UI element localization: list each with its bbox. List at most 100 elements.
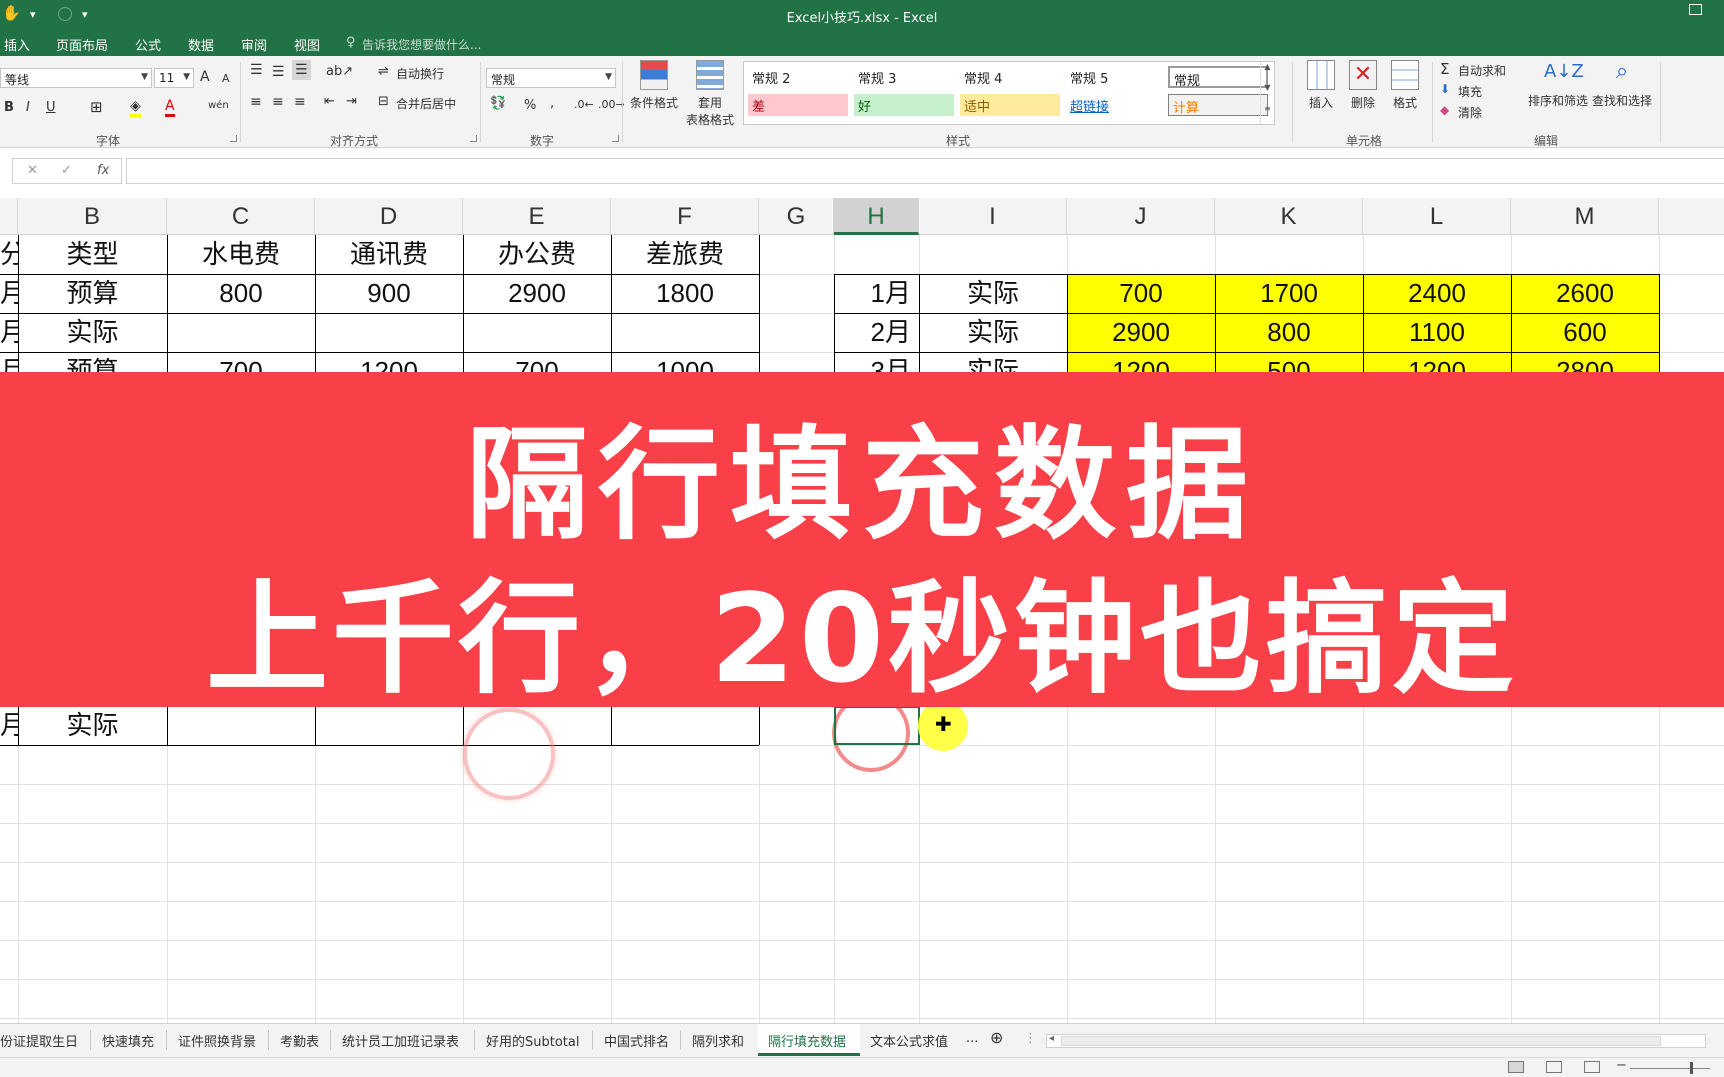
percent-button[interactable]: % [524,98,536,113]
column-header-g[interactable]: G [759,198,834,235]
cell-type[interactable]: 实际 [18,313,167,352]
borders-icon[interactable]: ⊞ [90,98,103,116]
sheet-tab-active[interactable]: 隔行填充数据 [768,1031,846,1050]
increase-decimal-icon[interactable]: .0← [574,98,594,111]
cell-value[interactable]: 1100 [1363,313,1511,352]
cell-month[interactable]: 2月 [834,313,919,352]
scroll-left-icon[interactable]: ◂ [1049,1033,1054,1044]
cell-header-type[interactable]: 类型 [18,235,167,274]
cell-value[interactable] [611,313,759,352]
shrink-font-button[interactable]: A [222,72,230,85]
increase-indent-icon[interactable]: ⇥ [346,94,357,109]
merge-center-button[interactable]: 合并后居中 [396,95,456,112]
column-header-j[interactable]: J [1067,198,1215,235]
column-header-c[interactable]: C [167,198,315,235]
tell-me-search[interactable]: 告诉我您想要做什么... [362,36,481,53]
cell-header-utilities[interactable]: 水电费 [167,235,315,274]
style-normal-3[interactable]: 常规 3 [854,66,954,88]
formula-input[interactable] [126,158,1724,184]
align-left-icon[interactable]: ≡ [250,94,262,110]
tab-view[interactable]: 视图 [294,35,320,54]
page-break-view-icon[interactable] [1584,1061,1600,1073]
sheet-tab[interactable]: 好用的Subtotal [486,1031,579,1050]
cell-value[interactable]: 2600 [1511,274,1659,313]
horizontal-scrollbar[interactable]: ◂ [1046,1033,1706,1048]
align-bottom-icon[interactable]: ☰ [292,60,311,80]
accounting-format-icon[interactable]: 💱 [490,96,506,111]
cancel-icon[interactable]: ✕ [27,163,38,178]
style-bad[interactable]: 差 [748,94,848,116]
cell-kind[interactable]: 实际 [919,274,1067,313]
cell-kind[interactable]: 实际 [919,313,1067,352]
format-cells-button[interactable]: 格式 [1376,60,1434,111]
tab-review[interactable]: 审阅 [241,35,267,54]
page-layout-view-icon[interactable] [1546,1061,1562,1073]
normal-view-icon[interactable] [1508,1061,1524,1073]
sheet-tab[interactable]: 文本公式求值 [870,1031,948,1050]
cell-value[interactable] [463,313,611,352]
cell-a-header-partial[interactable]: 分 [0,235,18,274]
gallery-more-icon[interactable]: ≡ [1260,104,1274,124]
fill-button[interactable]: 填充 [1458,83,1482,100]
comma-button[interactable]: , [550,96,554,111]
font-dialog-launcher-icon[interactable] [230,135,237,142]
split-handle-icon[interactable]: ⋮ [1024,1031,1037,1046]
enter-icon[interactable]: ✓ [61,163,72,178]
zoom-slider[interactable] [1630,1068,1710,1069]
align-center-icon[interactable]: ≡ [272,94,284,110]
wrap-text-button[interactable]: 自动换行 [396,65,444,82]
underline-button[interactable]: U [46,100,56,115]
tab-insert[interactable]: 插入 [4,35,30,54]
cell-value[interactable] [315,313,463,352]
phonetic-icon[interactable]: wén [208,100,229,111]
sort-filter-button[interactable]: A↓Z 排序和筛选 [1526,58,1590,109]
cell-value[interactable]: 2900 [1067,313,1215,352]
tab-page-layout[interactable]: 页面布局 [56,35,108,54]
insert-function-icon[interactable]: fx [97,163,109,178]
cell-header-travel[interactable]: 差旅费 [611,235,759,274]
find-select-button[interactable]: ⌕ 查找和选择 [1590,58,1654,109]
number-dialog-launcher-icon[interactable] [612,135,619,142]
conditional-format-button[interactable]: 条件格式 [624,60,684,111]
clear-button[interactable]: 清除 [1458,104,1482,121]
cell-value[interactable]: 700 [1067,274,1215,313]
gallery-scroll-down-icon[interactable]: ▼ [1260,83,1274,103]
tab-formulas[interactable]: 公式 [135,35,161,54]
cell-a-partial[interactable]: 月 [0,313,18,352]
style-normal[interactable]: 常规 [1168,66,1268,89]
column-header-d[interactable]: D [315,198,463,235]
style-neutral[interactable]: 适中 [960,94,1060,116]
cell-value[interactable]: 1800 [611,274,759,313]
add-sheet-icon[interactable]: ⊕ [990,1028,1003,1047]
cell-header-telecom[interactable]: 通讯费 [315,235,463,274]
grow-font-button[interactable]: A [200,69,210,85]
sheet-tab[interactable]: 证件照换背景 [178,1031,256,1050]
style-hyperlink[interactable]: 超链接 [1066,94,1166,116]
column-header-i[interactable]: I [919,198,1067,235]
autosum-button[interactable]: 自动求和 [1458,62,1506,79]
zoom-slider-thumb[interactable] [1690,1062,1693,1074]
cell-value[interactable]: 800 [1215,313,1363,352]
sheet-tab[interactable]: 考勤表 [280,1031,319,1050]
column-header-e[interactable]: E [463,198,611,235]
decrease-decimal-icon[interactable]: .00→ [598,98,625,111]
sheet-tab[interactable]: 份证提取生日 [0,1031,78,1050]
style-normal-5[interactable]: 常规 5 [1066,66,1166,88]
column-header-m[interactable]: M [1511,198,1659,235]
column-header-l[interactable]: L [1363,198,1511,235]
column-header-k[interactable]: K [1215,198,1363,235]
cell-value[interactable]: 600 [1511,313,1659,352]
cell-value[interactable]: 800 [167,274,315,313]
sheet-tab[interactable]: 中国式排名 [604,1031,669,1050]
font-size-select[interactable]: 11 ▼ [154,68,194,88]
align-top-icon[interactable]: ☰ [250,62,263,78]
style-good[interactable]: 好 [854,94,954,116]
align-middle-icon[interactable]: ☰ [272,64,285,80]
cell-month[interactable]: 1月 [834,274,919,313]
scrollbar-thumb[interactable] [1061,1036,1661,1046]
sheet-tab[interactable]: 统计员工加班记录表 [342,1031,459,1050]
cell-a-partial[interactable]: 月 [0,274,18,313]
zoom-out-icon[interactable]: − [1616,1058,1627,1073]
cell-type[interactable]: 预算 [18,274,167,313]
cell-value[interactable] [167,313,315,352]
